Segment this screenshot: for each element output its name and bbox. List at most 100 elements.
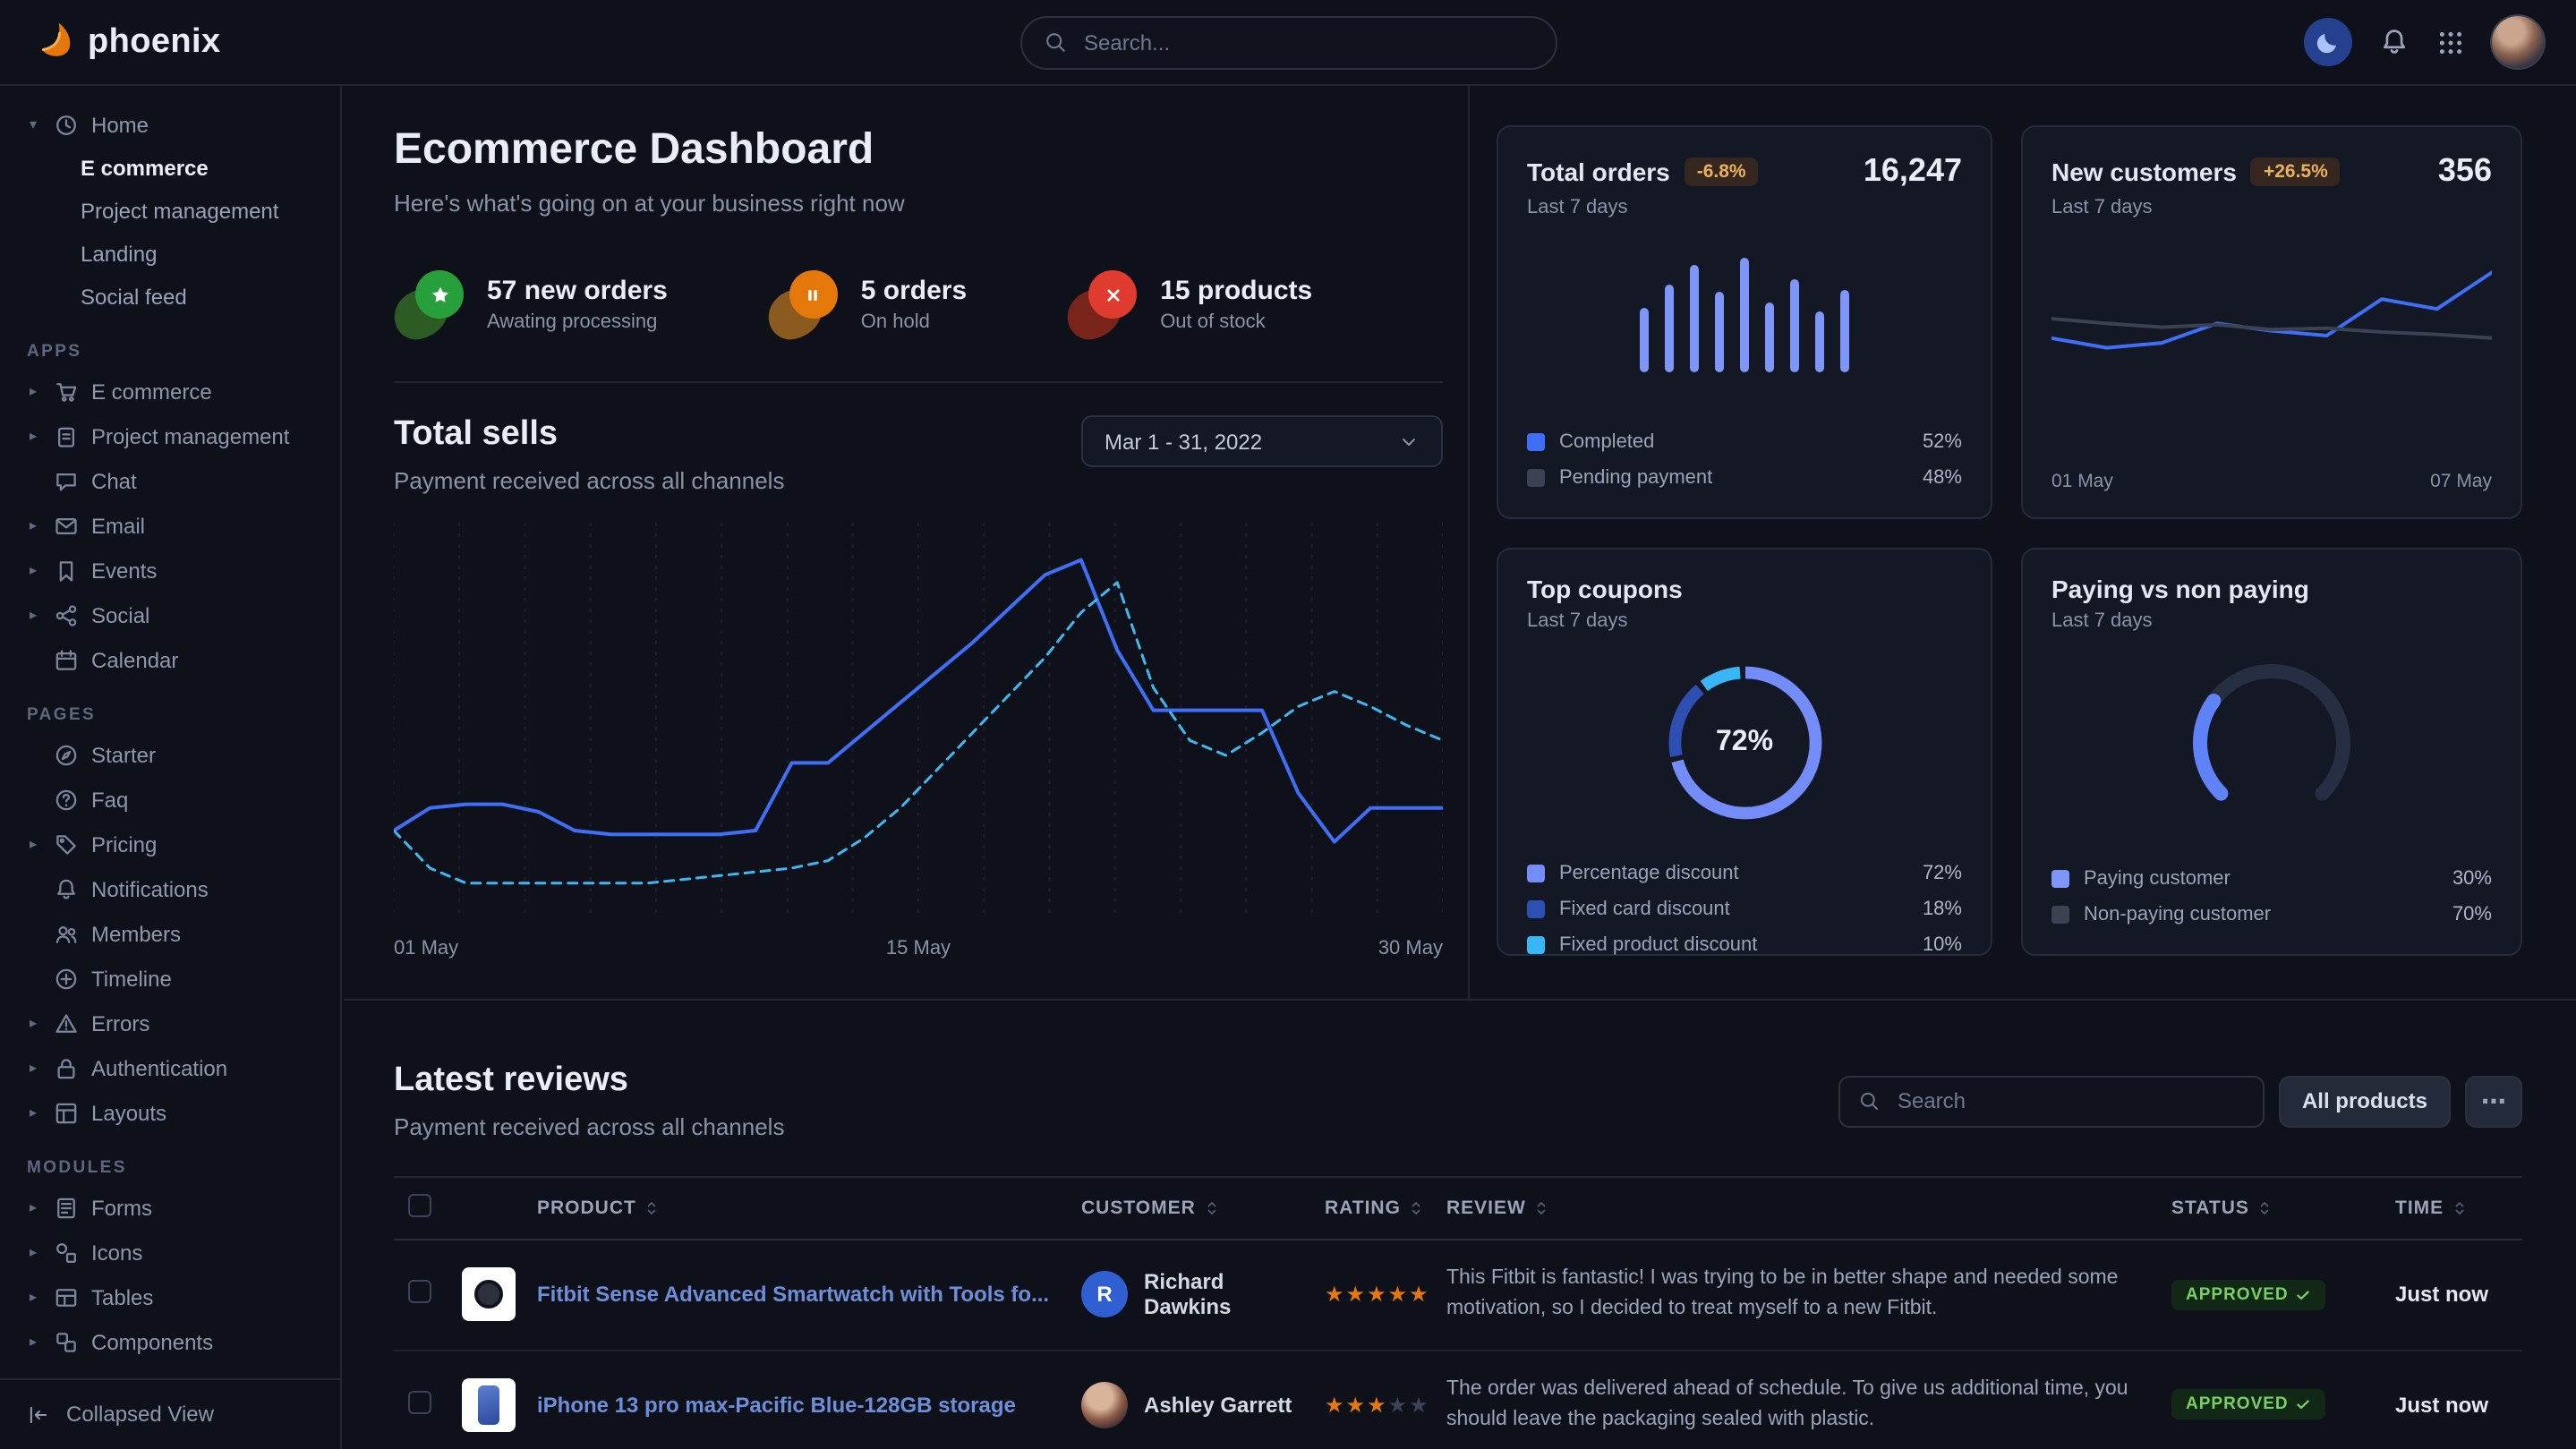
sidebar-item-timeline[interactable]: Timeline: [14, 956, 326, 1001]
column-label: STATUS: [2171, 1198, 2249, 1219]
chevron-right-icon: ▸: [25, 1199, 41, 1215]
sort-icon: [1533, 1199, 1551, 1217]
row-checkbox[interactable]: [408, 1281, 431, 1304]
sidebar-item-pricing[interactable]: ▸Pricing: [14, 822, 326, 866]
sidebar-item-authentication[interactable]: ▸Authentication: [14, 1045, 326, 1090]
legend-item: Paying customer30%: [2051, 863, 2492, 893]
x-label: 15 May: [886, 938, 951, 959]
card-value: 356: [2438, 152, 2492, 190]
reviews-search[interactable]: [1838, 1075, 2265, 1127]
sidebar-item-icons[interactable]: ▸Icons: [14, 1230, 326, 1274]
sidebar-subitem-project-management[interactable]: Project management: [14, 190, 326, 233]
sidebar-subitem-e-commerce[interactable]: E commerce: [14, 147, 326, 190]
sidebar-item-project-management[interactable]: ▸Project management: [14, 413, 326, 458]
sidebar-item-forms[interactable]: ▸Forms: [14, 1185, 326, 1230]
product-link[interactable]: iPhone 13 pro max-Pacific Blue-128GB sto…: [537, 1393, 1016, 1418]
product-image[interactable]: [462, 1378, 516, 1432]
column-header-rating[interactable]: RATING: [1310, 1177, 1432, 1240]
row-checkbox[interactable]: [408, 1391, 431, 1414]
rating-stars: ★★★★★: [1325, 1393, 1418, 1418]
coupons-legend: Percentage discount72%Fixed card discoun…: [1527, 857, 1962, 959]
brand-name: phoenix: [88, 22, 221, 62]
user-avatar[interactable]: [2492, 16, 2544, 68]
sidebar-item-email[interactable]: ▸Email: [14, 503, 326, 548]
more-options-button[interactable]: ⋯: [2465, 1075, 2522, 1127]
star-icon: ★: [1346, 1393, 1368, 1418]
brand-link[interactable]: phoenix: [32, 17, 221, 67]
chevron-right-icon: ▸: [25, 428, 41, 444]
notifications-button[interactable]: [2379, 27, 2410, 57]
mail-icon: [54, 513, 79, 538]
legend-value: 48%: [1923, 466, 1962, 488]
chevron-right-icon: ▸: [25, 383, 41, 399]
total-sells-line-chart: [394, 523, 1443, 913]
stat-value: 15 products: [1160, 276, 1312, 306]
sidebar-item-layouts[interactable]: ▸Layouts: [14, 1090, 326, 1135]
page-title: Ecommerce Dashboard: [394, 125, 1443, 175]
sidebar-item-members[interactable]: Members: [14, 911, 326, 956]
column-header-product[interactable]: PRODUCT: [448, 1177, 1067, 1240]
card-period: Last 7 days: [2051, 197, 2492, 218]
paying-gauge-chart: [2146, 653, 2397, 818]
sidebar-item-label: Home: [91, 112, 149, 137]
sidebar-subitem-social-feed[interactable]: Social feed: [14, 276, 326, 319]
apps-grid-button[interactable]: [2436, 28, 2465, 56]
date-range-select[interactable]: Mar 1 - 31, 2022: [1081, 415, 1443, 467]
global-search[interactable]: [1019, 15, 1557, 69]
order-bar: [1740, 257, 1749, 372]
sidebar-item-e-commerce[interactable]: ▸E commerce: [14, 369, 326, 413]
legend-value: 10%: [1923, 933, 1962, 955]
sidebar-item-faq[interactable]: Faq: [14, 777, 326, 822]
star-icon: ★: [1388, 1283, 1410, 1308]
product-image[interactable]: [462, 1268, 516, 1322]
new-customers-line-chart: [2051, 251, 2492, 387]
customer-name[interactable]: Richard Dawkins: [1144, 1270, 1296, 1320]
legend-swatch: [2051, 869, 2069, 887]
column-label: TIME: [2395, 1198, 2444, 1219]
global-search-input[interactable]: [1080, 28, 1533, 56]
sidebar-item-notifications[interactable]: Notifications: [14, 866, 326, 911]
sidebar-item-starter[interactable]: Starter: [14, 732, 326, 777]
reviews-search-input[interactable]: [1894, 1087, 2245, 1115]
chevron-right-icon: ▸: [25, 1289, 41, 1305]
sidebar-item-tables[interactable]: ▸Tables: [14, 1274, 326, 1319]
column-header-review[interactable]: REVIEW: [1432, 1177, 2157, 1240]
sidebar-item-chat[interactable]: Chat: [14, 458, 326, 503]
product-link[interactable]: Fitbit Sense Advanced Smartwatch with To…: [537, 1283, 1049, 1308]
total-sells-chart: 01 May 15 May 30 May: [394, 523, 1443, 959]
select-all-checkbox[interactable]: [408, 1194, 431, 1217]
sidebar-item-label: Social feed: [81, 285, 187, 310]
column-header-time[interactable]: TIME: [2381, 1177, 2522, 1240]
coupons-donut-chart: 72%: [1648, 646, 1841, 840]
column-header-status[interactable]: STATUS: [2157, 1177, 2381, 1240]
star-icon: ★: [1346, 1283, 1368, 1308]
sidebar-item-home[interactable]: ▾Home: [14, 102, 326, 147]
sidebar-item-label: Project management: [81, 199, 278, 224]
sidebar-item-calendar[interactable]: Calendar: [14, 637, 326, 682]
x-label: 30 May: [1378, 938, 1443, 959]
card-title: Paying vs non paying: [2051, 575, 2309, 603]
collapsed-view-toggle[interactable]: Collapsed View: [0, 1377, 340, 1449]
sidebar-item-errors[interactable]: ▸Errors: [14, 1001, 326, 1045]
review-row: iPhone 13 pro max-Pacific Blue-128GB sto…: [394, 1350, 2522, 1449]
all-products-button[interactable]: All products: [2279, 1075, 2451, 1127]
sidebar-subitem-landing[interactable]: Landing: [14, 233, 326, 276]
stat-57-new-orders: 57 new ordersAwating processing: [394, 270, 668, 338]
review-text: This Fitbit is fantastic! I was trying t…: [1446, 1264, 2143, 1325]
column-header-customer[interactable]: CUSTOMER: [1067, 1177, 1310, 1240]
table-body: Fitbit Sense Advanced Smartwatch with To…: [394, 1240, 2522, 1449]
new-customers-x-axis: 01 May 07 May: [2051, 471, 2492, 492]
theme-toggle-button[interactable]: [2304, 18, 2352, 66]
sidebar-item-social[interactable]: ▸Social: [14, 592, 326, 637]
sidebar-item-components[interactable]: ▸Components: [14, 1319, 326, 1364]
review-row: Fitbit Sense Advanced Smartwatch with To…: [394, 1240, 2522, 1350]
phoenix-logo-icon: [32, 17, 73, 67]
share-icon: [54, 602, 79, 627]
column-label: RATING: [1325, 1198, 1401, 1219]
customer-name[interactable]: Ashley Garrett: [1144, 1393, 1292, 1418]
reviews-table: PRODUCTCUSTOMER RATING REVIEW STATUS TIME Fi…: [394, 1176, 2522, 1449]
legend-label: Pending payment: [1559, 466, 1712, 488]
new-customers-card: New customers +26.5% 356 Last 7 days 01 …: [2021, 125, 2522, 519]
stat-caption: On hold: [861, 311, 967, 333]
sidebar-item-events[interactable]: ▸Events: [14, 548, 326, 592]
